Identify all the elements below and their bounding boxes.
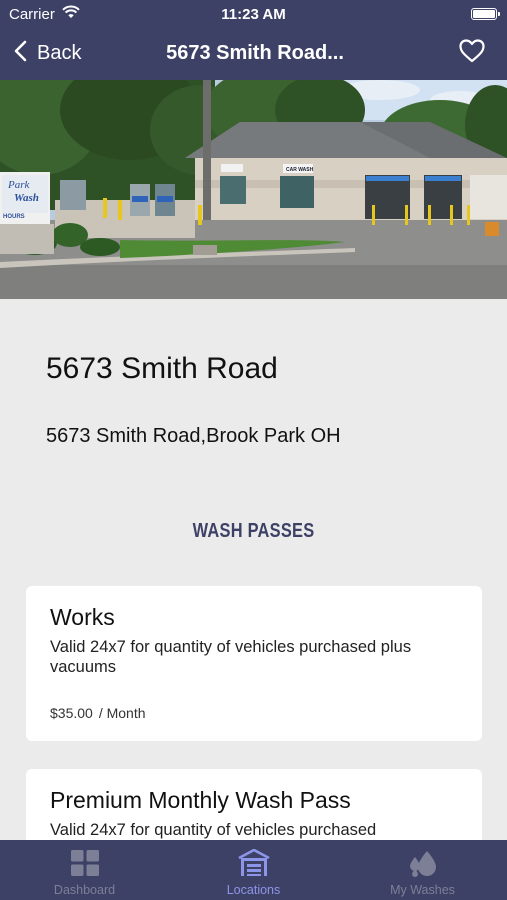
chevron-left-icon bbox=[14, 40, 27, 67]
back-button[interactable]: Back bbox=[14, 38, 81, 68]
dashboard-grid-icon bbox=[70, 849, 100, 882]
location-photo: CAR WASH Park Wash HOURS bbox=[0, 80, 507, 299]
pass-description: Valid 24x7 for quantity of vehicles purc… bbox=[50, 638, 412, 676]
pass-name: Works bbox=[50, 604, 115, 630]
clock: 11:23 AM bbox=[221, 6, 286, 23]
sign-text-2: Wash bbox=[14, 192, 39, 204]
wash-passes-heading: WASH PASSES bbox=[192, 520, 315, 542]
tab-locations[interactable]: Locations bbox=[169, 840, 338, 900]
pass-price: $35.00 bbox=[50, 705, 93, 721]
tab-label: My Washes bbox=[390, 883, 455, 897]
status-bar: Carrier 11:23 AM bbox=[0, 0, 507, 28]
wash-pass-card[interactable]: Works Valid 24x7 for quantity of vehicle… bbox=[26, 586, 482, 741]
pass-description: Valid 24x7 for quantity of vehicles purc… bbox=[50, 821, 377, 839]
favorite-button[interactable] bbox=[459, 39, 485, 68]
pass-period: / Month bbox=[98, 705, 146, 721]
building-sign-text: CAR WASH bbox=[286, 167, 314, 173]
back-label: Back bbox=[37, 41, 82, 64]
tab-bar: Dashboard Locations My Washes bbox=[0, 840, 507, 900]
water-drops-icon bbox=[407, 849, 439, 882]
car-wash-building-icon bbox=[237, 848, 271, 882]
tab-label: Dashboard bbox=[53, 883, 116, 897]
heart-icon bbox=[459, 39, 485, 67]
navigation-bar: Back 5673 Smith Road... bbox=[0, 28, 507, 80]
tab-label: Locations bbox=[226, 883, 281, 897]
battery-icon bbox=[471, 8, 500, 20]
location-address: 5673 Smith Road,Brook Park OH bbox=[46, 425, 341, 447]
tab-my-washes[interactable]: My Washes bbox=[338, 840, 507, 900]
pass-price-row: $35.00 / Month bbox=[50, 705, 458, 721]
pass-name: Premium Monthly Wash Pass bbox=[50, 787, 351, 813]
sign-text-3: HOURS bbox=[3, 214, 25, 220]
tab-dashboard[interactable]: Dashboard bbox=[0, 840, 169, 900]
page-title: 5673 Smith Road... bbox=[166, 42, 344, 64]
location-name: 5673 Smith Road bbox=[46, 352, 278, 385]
sign-text-1: Park bbox=[7, 179, 31, 191]
